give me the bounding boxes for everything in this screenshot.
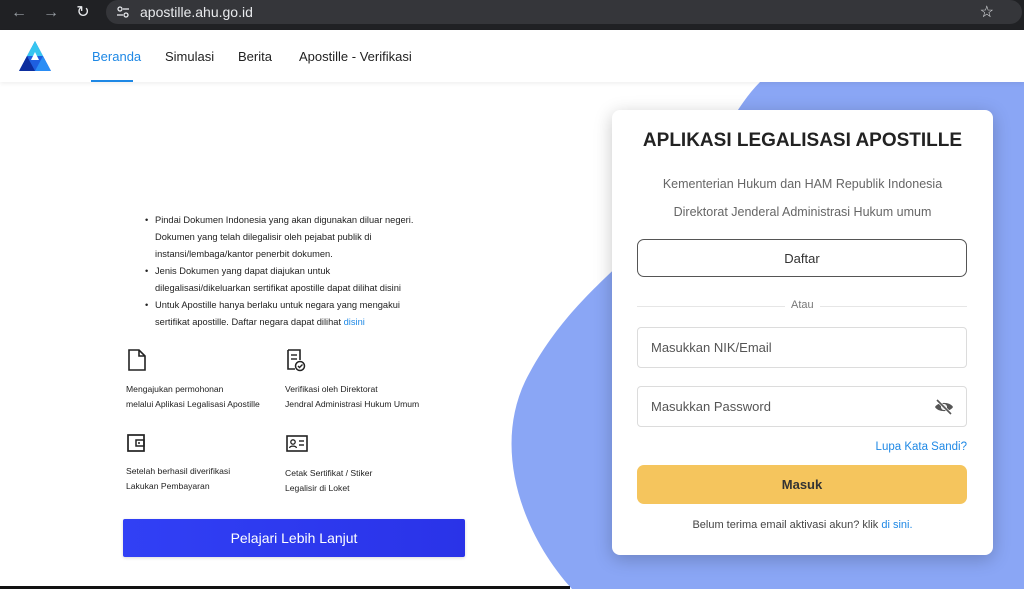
nav-berita[interactable]: Berita <box>238 49 272 64</box>
back-arrow-icon[interactable]: ← <box>10 4 28 22</box>
nik-email-field[interactable]: Masukkan NIK/Email <box>637 327 967 368</box>
forgot-password-link[interactable]: Lupa Kata Sandi? <box>876 441 967 453</box>
ministry-subtitle: Kementerian Hukum dan HAM Republik Indon… <box>662 177 943 191</box>
password-field[interactable]: Masukkan Password <box>637 386 967 427</box>
document-icon <box>128 349 146 371</box>
register-button[interactable]: Daftar <box>637 239 967 277</box>
info-list: Pindai Dokumen Indonesia yang akan digun… <box>145 212 415 331</box>
activation-link[interactable]: di sini. <box>881 519 912 531</box>
disini-link[interactable]: disini <box>344 317 365 327</box>
login-title: APLIKASI LEGALISASI APOSTILLE <box>642 130 963 151</box>
certificate-card-icon <box>286 435 308 452</box>
eye-slash-icon[interactable] <box>934 398 954 416</box>
nav-apostille-verifikasi[interactable]: Apostille - Verifikasi <box>299 49 412 64</box>
info-bullet: Pindai Dokumen Indonesia yang akan digun… <box>145 212 415 263</box>
login-button[interactable]: Masuk <box>637 465 967 504</box>
login-card: APLIKASI LEGALISASI APOSTILLE Kementeria… <box>612 110 993 555</box>
info-bullet: Jenis Dokumen yang dapat diajukan untuk … <box>145 263 415 297</box>
nav-simulasi[interactable]: Simulasi <box>165 49 214 64</box>
nav-beranda[interactable]: Beranda <box>92 49 141 64</box>
site-info-icon[interactable] <box>114 3 132 21</box>
info-bullet: Untuk Apostille hanya berlaku untuk nega… <box>145 297 415 331</box>
browser-toolbar: ← → ↻ apostille.ahu.go.id ☆ <box>0 0 1024 30</box>
site-header: Beranda Simulasi Berita Apostille - Veri… <box>0 30 1024 82</box>
activation-note: Belum terima email aktivasi akun? klik d… <box>692 519 913 531</box>
nik-email-placeholder: Masukkan NIK/Email <box>651 340 772 355</box>
password-placeholder: Masukkan Password <box>651 399 771 414</box>
nav-active-underline <box>91 80 133 82</box>
forward-arrow-icon[interactable]: → <box>42 4 60 22</box>
verified-document-icon <box>287 349 306 372</box>
learn-more-button[interactable]: Pelajari Lebih Lanjut <box>123 519 465 557</box>
reload-icon[interactable]: ↻ <box>74 4 92 22</box>
url-text: apostille.ahu.go.id <box>140 4 253 20</box>
bookmark-star-icon[interactable]: ☆ <box>980 2 994 22</box>
or-label: Atau <box>785 299 820 311</box>
directorate-subtitle: Direktorat Jenderal Administrasi Hukum u… <box>673 205 932 219</box>
wallet-icon <box>127 434 145 452</box>
address-bar[interactable]: apostille.ahu.go.id ☆ <box>106 0 1022 24</box>
ahu-logo[interactable] <box>18 40 52 72</box>
